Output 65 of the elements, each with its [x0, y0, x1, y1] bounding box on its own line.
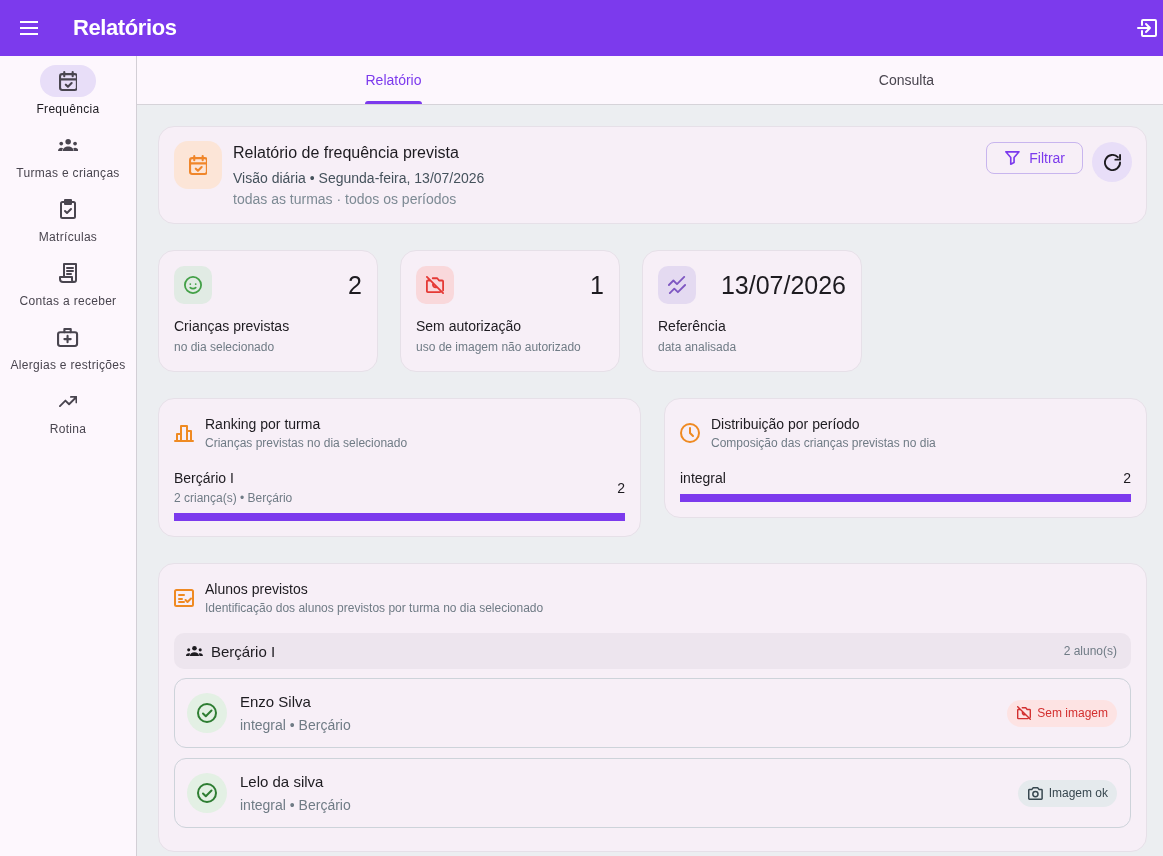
clipboard-check-icon: [60, 199, 76, 219]
card-subtitle: Composição das crianças previstas no dia: [711, 435, 936, 452]
face-icon: [174, 266, 212, 304]
medical-kit-icon: [57, 327, 79, 347]
calendar-check-icon: [58, 71, 78, 91]
stat-caption: data analisada: [658, 339, 738, 356]
people-icon: [186, 646, 203, 656]
nav-item[interactable]: Turmas e crianças: [0, 129, 136, 181]
report-subtitle: Visão diária • Segunda-feira, 13/07/2026: [233, 169, 486, 188]
card-title: Ranking por turma: [205, 415, 322, 434]
stat-value: 13/07/2026: [720, 270, 846, 300]
stat-label: Crianças previstas: [174, 317, 291, 336]
nav-item[interactable]: Rotina: [0, 385, 136, 437]
calendar-check-icon: [174, 141, 222, 189]
card-subtitle: Crianças previstas no dia selecionado: [205, 435, 408, 452]
section-subtitle: Identificação dos alunos previstos por turma no dia selecionado: [205, 600, 544, 617]
report-title: Relatório de frequência prevista: [233, 143, 460, 163]
student-name: Enzo Silva: [240, 691, 312, 712]
section-title: Alunos previstos: [205, 580, 309, 599]
camera-icon: [1027, 786, 1043, 800]
row-value: 2: [617, 478, 625, 498]
group-count: 2 aluno(s): [1063, 644, 1117, 658]
tab[interactable]: Consulta: [650, 56, 1163, 104]
check-circle-icon: [187, 693, 227, 733]
camera-off-icon: [416, 266, 454, 304]
filter-button[interactable]: Filtrar: [986, 142, 1083, 174]
menu-icon: [20, 21, 38, 35]
nav-item[interactable]: Contas a receber: [0, 257, 136, 309]
stat-label: Referência: [658, 317, 727, 336]
row-name: integral: [680, 469, 726, 488]
camera-off-icon: [1017, 706, 1032, 720]
report-scope: todas as turmas · todos os períodos: [233, 190, 458, 209]
nav-item[interactable]: Matrículas: [0, 193, 136, 245]
stat-value: 2: [348, 270, 362, 300]
nav-item[interactable]: Alergias e restrições: [0, 321, 136, 373]
row-name: Berçário I: [174, 469, 235, 488]
row-detail: 2 criança(s) • Berçário: [174, 490, 293, 507]
people-icon: [57, 139, 79, 151]
refresh-button[interactable]: [1092, 142, 1132, 182]
card-title: Distribuição por período: [711, 415, 861, 434]
student-detail: integral • Berçário: [240, 715, 352, 735]
exit-button[interactable]: [1135, 16, 1159, 40]
stat-caption: uso de imagem não autorizado: [416, 339, 582, 356]
clock-icon: [680, 423, 700, 443]
box-arrow-icon: [1136, 19, 1158, 37]
trend-up-icon: [58, 395, 78, 407]
nav-item[interactable]: Frequência: [0, 65, 136, 117]
group-name: Berçário I: [210, 642, 277, 660]
student-detail: integral • Berçário: [240, 795, 352, 815]
app-title: Relatórios: [73, 14, 178, 42]
refresh-icon: [1103, 153, 1121, 171]
filter-icon: [1005, 151, 1021, 165]
receipt-icon: [59, 263, 77, 283]
tab[interactable]: Relatório: [137, 56, 650, 104]
row-value: 2: [1123, 469, 1131, 488]
stat-label: Sem autorização: [416, 317, 523, 336]
bar-chart-icon: [174, 424, 194, 442]
image-status-text: Imagem ok: [1048, 786, 1108, 800]
checklist-icon: [174, 589, 194, 607]
check-circle-icon: [187, 773, 227, 813]
stat-value: 1: [590, 270, 604, 300]
student-name: Lelo da silva: [240, 771, 325, 792]
zigzag-lines-icon: [658, 266, 696, 304]
stat-caption: no dia selecionado: [174, 339, 276, 356]
image-status-text: Sem imagem: [1037, 706, 1108, 720]
